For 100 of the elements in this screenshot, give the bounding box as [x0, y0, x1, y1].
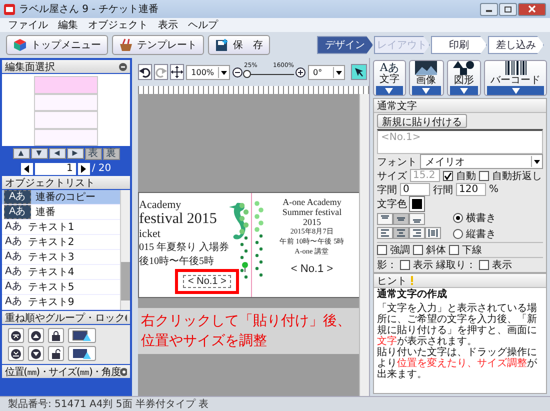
slider-thumb[interactable]	[243, 70, 252, 78]
toolbar-button[interactable]: トップメニュー	[6, 35, 108, 55]
rotation-dropdown[interactable]: 0°	[308, 64, 345, 80]
maximize-icon	[504, 6, 512, 12]
checkbox[interactable]	[377, 244, 387, 254]
selected-serial-text[interactable]: < No.1 >	[183, 275, 232, 288]
paste-new-button[interactable]: 新規に貼り付ける	[377, 114, 467, 128]
object-list-item[interactable]: Aあ 連番	[2, 205, 120, 220]
bring-to-front-button[interactable]	[8, 328, 24, 343]
hint-paragraph: 貼り付いた文字は、ドラッグ操作により 位置を変えたり、サイズ調整が出来ます。	[377, 347, 538, 380]
side-button[interactable]: 表	[84, 148, 102, 160]
ungroup-button[interactable]	[68, 346, 96, 361]
ticket-stub-text: Summer festival	[282, 207, 342, 217]
toolbar-button[interactable]: テンプレート	[112, 35, 204, 55]
horizontal-align-button[interactable]	[425, 227, 441, 239]
basket-icon	[119, 38, 133, 52]
checkbox-label: 強調	[390, 244, 410, 256]
menu-item[interactable]: 編集	[58, 18, 78, 32]
radio-label: 横書き	[466, 212, 496, 225]
send-backward-button[interactable]	[28, 346, 44, 361]
font-dropdown[interactable]: メイリオ	[420, 154, 543, 169]
field-label: 縁取り：	[436, 258, 476, 272]
next-page-button[interactable]	[78, 162, 90, 174]
page-field[interactable]: 1	[34, 162, 76, 174]
group-button[interactable]	[68, 328, 96, 343]
text-color-swatch[interactable]	[410, 196, 424, 210]
previous-icon	[24, 164, 30, 172]
side-button[interactable]: 裏	[102, 148, 120, 160]
page-thumbnail-list[interactable]	[2, 74, 130, 146]
checkbox-label: 表示	[492, 258, 512, 272]
checkbox[interactable]	[413, 244, 423, 254]
checkbox[interactable]	[449, 244, 459, 254]
zoom-in-icon[interactable]	[295, 66, 306, 78]
scrollbar[interactable]	[359, 94, 369, 396]
insert-tool-button[interactable]: バーコード	[484, 60, 547, 96]
checkbox[interactable]	[400, 260, 410, 270]
scrollbar[interactable]	[120, 190, 130, 310]
text-icon: Aあ	[380, 61, 399, 74]
save-icon	[215, 38, 229, 52]
landscape-icon	[415, 61, 438, 75]
unit-label: %	[489, 184, 499, 195]
checkbox-label: 表示	[413, 258, 433, 272]
menu-item[interactable]: 表示	[158, 18, 178, 32]
radio-button[interactable]	[453, 229, 463, 239]
checkbox[interactable]	[479, 170, 489, 180]
lock-button[interactable]	[48, 328, 64, 343]
minimize-button[interactable]	[480, 2, 498, 16]
cube-icon	[13, 38, 27, 52]
maximize-button[interactable]	[499, 2, 517, 16]
insert-tool-button[interactable]: Aあ 文字	[373, 60, 406, 96]
previous-page-button[interactable]	[20, 162, 33, 174]
step-tab[interactable]: 差し込み	[488, 36, 544, 54]
panel-title: オブジェクトリスト	[5, 176, 95, 190]
send-to-back-button[interactable]	[8, 346, 24, 361]
dropdown-arrow-icon	[333, 66, 344, 78]
dropdown-arrow-icon	[460, 88, 468, 94]
char-spacing-field[interactable]: 0	[400, 183, 430, 196]
step-tab[interactable]: デザイン	[317, 36, 373, 54]
undo-button[interactable]	[138, 64, 152, 80]
align-icon	[396, 215, 406, 223]
fit-button[interactable]	[170, 64, 184, 80]
line-spacing-field[interactable]: 120	[456, 183, 486, 196]
rotate-handle[interactable]	[242, 262, 248, 272]
window-title: ラベル屋さん 9 - チケット連番	[19, 2, 160, 16]
bring-forward-button[interactable]	[28, 328, 44, 343]
horizontal-align-button[interactable]	[377, 227, 393, 239]
text-object-icon: Aあ	[4, 205, 31, 219]
close-button[interactable]	[518, 2, 546, 16]
vertical-align-button[interactable]	[409, 213, 425, 225]
text-object-icon: Aあ	[4, 190, 31, 204]
horizontal-align-button[interactable]	[409, 227, 425, 239]
collapse-icon[interactable]	[119, 62, 127, 70]
status-text: 製品番号: 51471 A4判 5面 半券付タイプ 表	[8, 398, 209, 411]
vertical-align-button[interactable]	[393, 213, 409, 225]
checkbox[interactable]	[443, 170, 453, 180]
insert-tool-button[interactable]: 図形	[446, 60, 482, 96]
checkbox-label: 下線	[462, 244, 482, 256]
horizontal-align-button[interactable]	[393, 227, 409, 239]
serial-number: < No.1 >	[290, 263, 334, 275]
pointer-tool-button[interactable]	[351, 64, 367, 80]
dropdown-arrow-icon	[218, 66, 230, 78]
step-tab[interactable]: 印刷	[431, 36, 487, 54]
zoom-out-icon[interactable]	[232, 66, 244, 78]
dropdown-arrow-icon	[422, 88, 430, 94]
pointer-icon	[354, 67, 364, 77]
toolbar-button[interactable]: 保 存	[208, 35, 270, 55]
menu-item[interactable]: ファイル	[8, 18, 48, 32]
insert-tool-button[interactable]: 画像	[408, 60, 444, 96]
zoom-dropdown[interactable]: 100%	[186, 64, 230, 80]
ticket-text: 後10時〜午後5時	[139, 254, 214, 268]
unlock-button[interactable]	[48, 346, 64, 361]
dropdown-arrow-icon	[531, 156, 542, 167]
checkbox[interactable]	[479, 260, 489, 270]
menu-item[interactable]: オブジェクト	[88, 18, 148, 32]
menu-item[interactable]: ヘルプ	[188, 18, 218, 32]
caption-line: 位置やサイズを調整	[141, 332, 268, 351]
vertical-align-button[interactable]	[377, 213, 393, 225]
field-label: 文字色	[377, 198, 407, 210]
object-list-item[interactable]: Aあ 連番のコピー	[2, 190, 120, 205]
radio-button[interactable]	[453, 213, 463, 223]
